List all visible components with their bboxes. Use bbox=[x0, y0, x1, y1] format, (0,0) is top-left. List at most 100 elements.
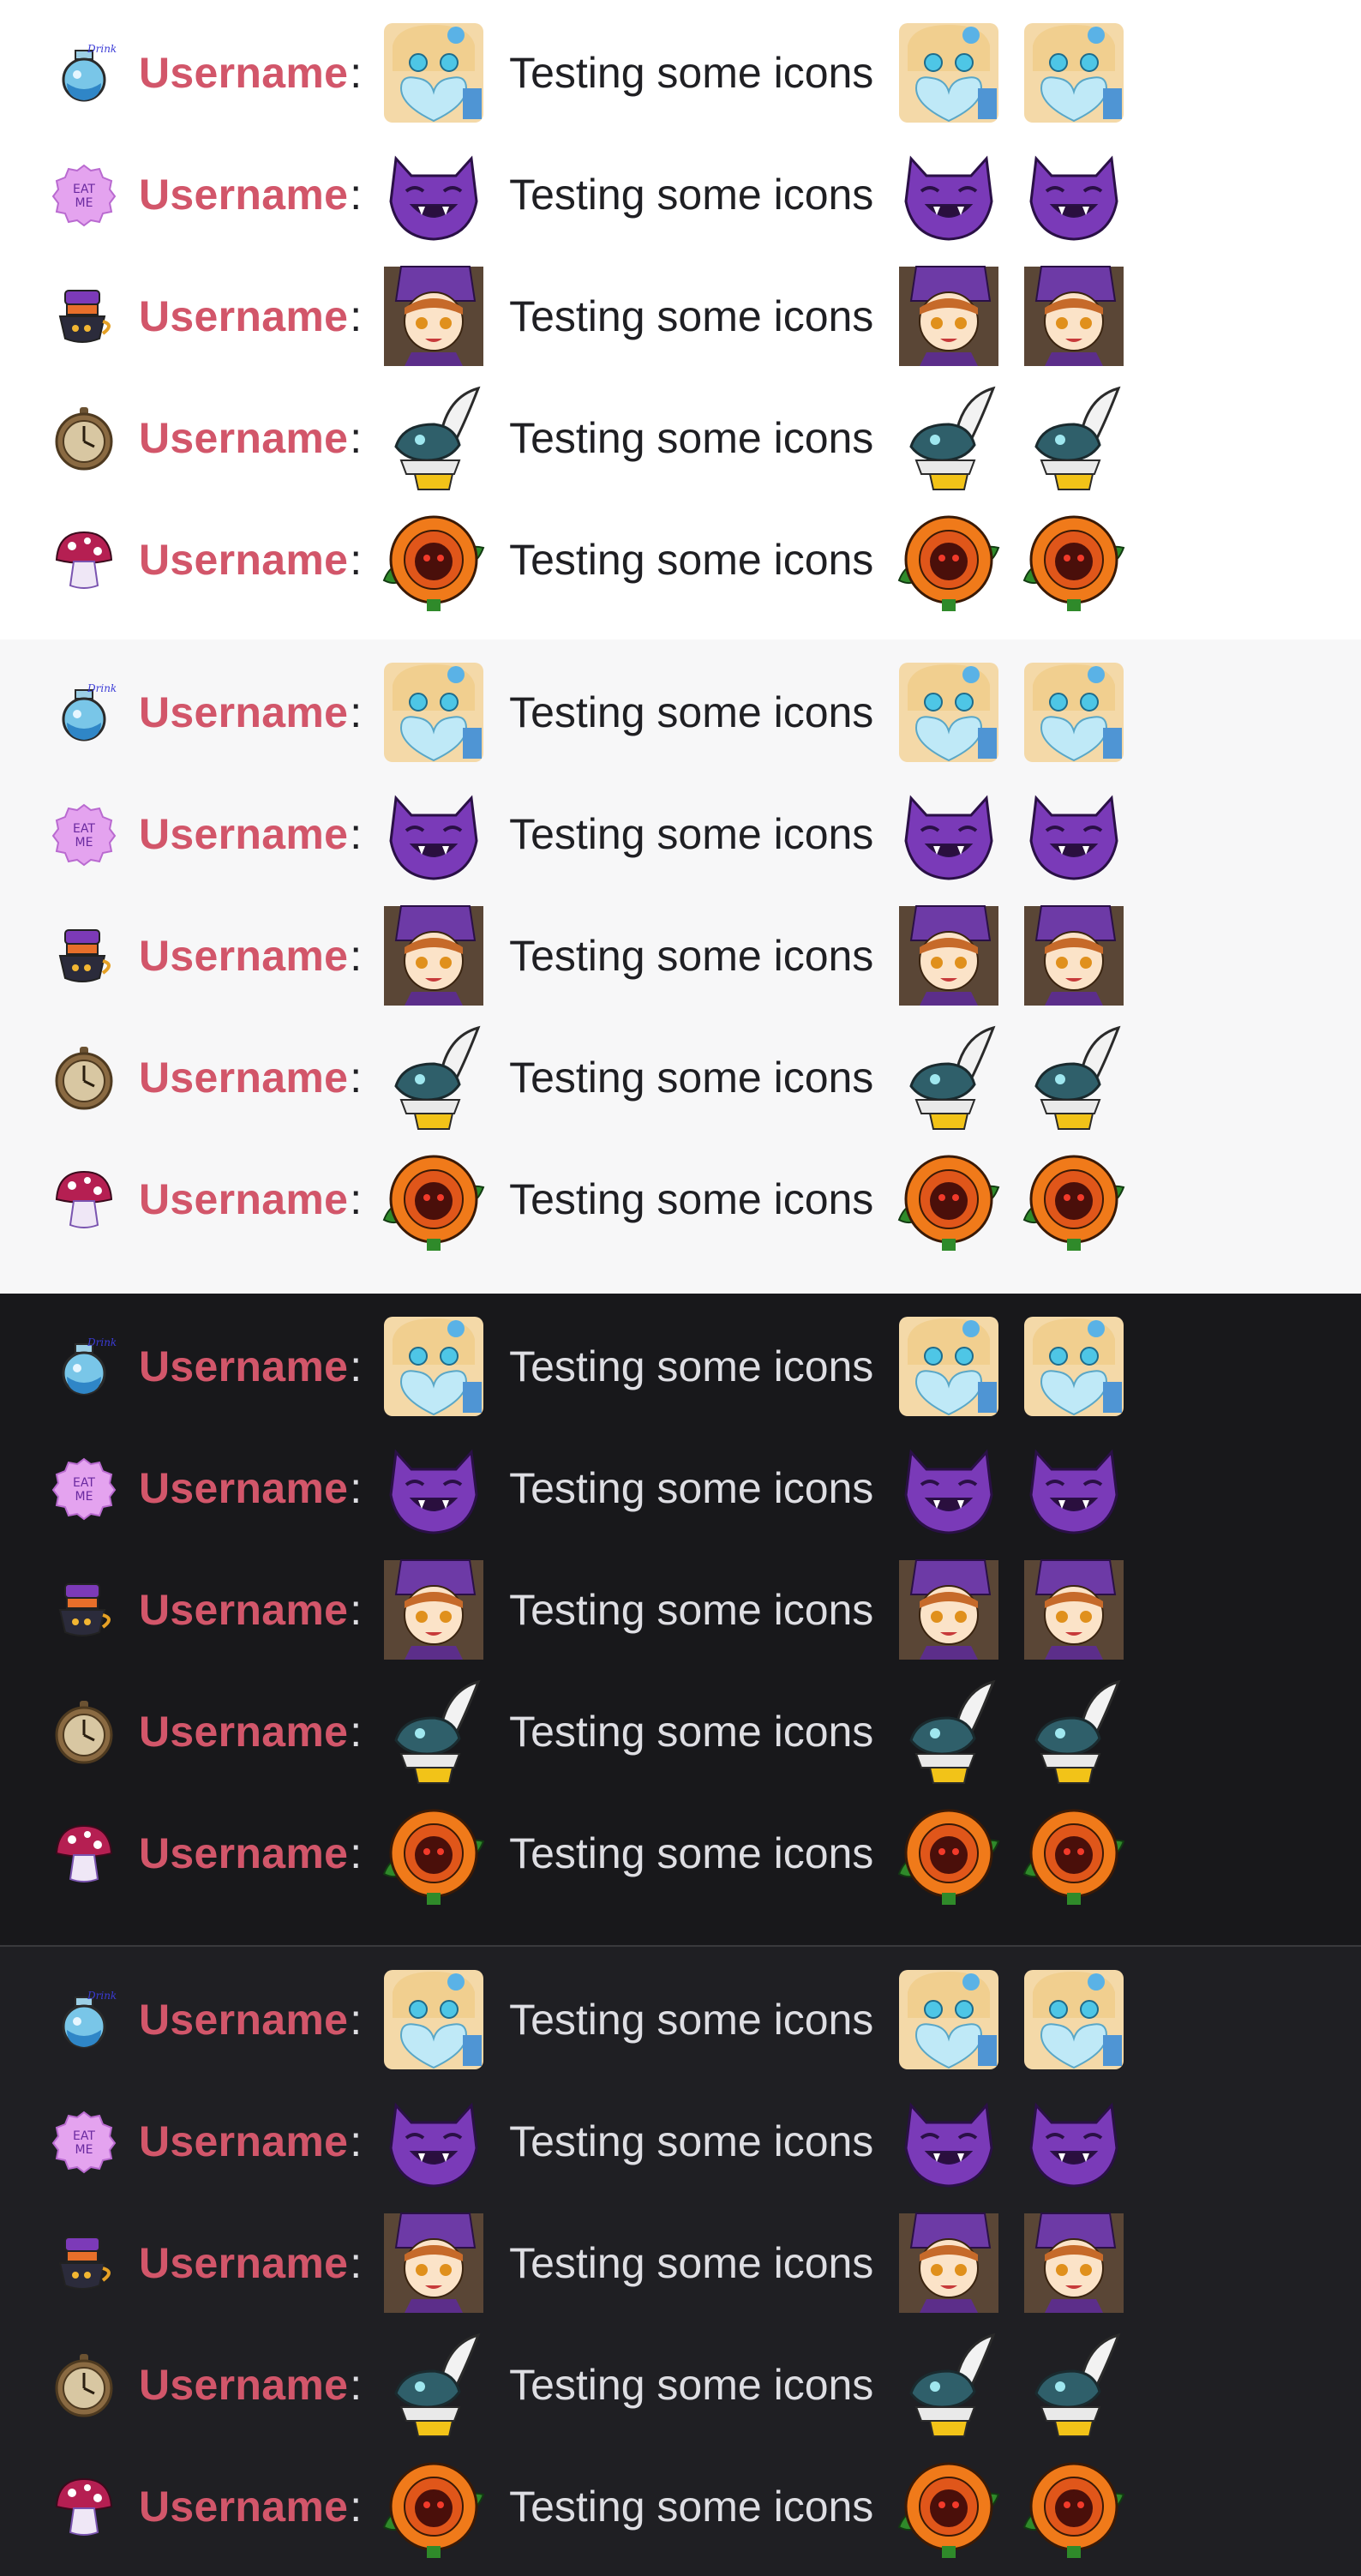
white-rabbit-emote[interactable] bbox=[381, 385, 487, 491]
white-rabbit-emote[interactable] bbox=[1021, 2332, 1127, 2438]
orange-rose-emote[interactable] bbox=[381, 2453, 487, 2560]
alice-heart-emote[interactable] bbox=[381, 1313, 487, 1420]
purple-cat-emote[interactable] bbox=[1021, 1435, 1127, 1541]
purple-cat-emote[interactable] bbox=[896, 141, 1002, 248]
alice-heart-emote[interactable] bbox=[896, 1313, 1002, 1420]
teacup-stack-icon[interactable] bbox=[50, 1576, 118, 1644]
orange-rose-emote[interactable] bbox=[1021, 507, 1127, 613]
white-rabbit-emote[interactable] bbox=[381, 1678, 487, 1785]
pocket-watch-icon[interactable] bbox=[50, 2351, 118, 2419]
white-rabbit-emote[interactable] bbox=[1021, 1678, 1127, 1785]
alice-heart-emote[interactable] bbox=[1021, 20, 1127, 126]
hatter-girl-emote[interactable] bbox=[381, 263, 487, 369]
eat-me-cookie-icon[interactable]: EAT ME bbox=[50, 160, 118, 229]
white-rabbit-emote[interactable] bbox=[1021, 1024, 1127, 1131]
orange-rose-emote[interactable] bbox=[1021, 2453, 1127, 2560]
orange-rose-emote[interactable] bbox=[381, 1146, 487, 1252]
teacup-stack-icon[interactable] bbox=[50, 282, 118, 351]
teacup-stack-icon[interactable] bbox=[50, 2229, 118, 2297]
username[interactable]: Username bbox=[139, 1053, 348, 1102]
hatter-girl-emote[interactable] bbox=[1021, 263, 1127, 369]
teacup-stack-icon[interactable] bbox=[50, 922, 118, 990]
white-rabbit-emote[interactable] bbox=[381, 2332, 487, 2438]
purple-cat-emote[interactable] bbox=[381, 141, 487, 248]
white-rabbit-emote[interactable] bbox=[896, 385, 1002, 491]
username[interactable]: Username bbox=[139, 1995, 348, 2045]
orange-rose-emote[interactable] bbox=[896, 507, 1002, 613]
white-rabbit-emote[interactable] bbox=[381, 1024, 487, 1131]
drink-me-potion-icon[interactable]: Drink bbox=[50, 39, 118, 107]
username[interactable]: Username bbox=[139, 2482, 348, 2531]
orange-rose-emote[interactable] bbox=[896, 1146, 1002, 1252]
orange-rose-emote[interactable] bbox=[381, 507, 487, 613]
username[interactable]: Username bbox=[139, 48, 348, 98]
username[interactable]: Username bbox=[139, 2238, 348, 2288]
drink-me-potion-icon[interactable]: Drink bbox=[50, 1985, 118, 2054]
alice-heart-emote[interactable] bbox=[896, 659, 1002, 766]
hatter-girl-emote[interactable] bbox=[896, 1557, 1002, 1663]
username[interactable]: Username bbox=[139, 2360, 348, 2410]
alice-heart-emote[interactable] bbox=[1021, 1313, 1127, 1420]
purple-cat-emote[interactable] bbox=[1021, 781, 1127, 887]
purple-cat-emote[interactable] bbox=[381, 781, 487, 887]
username[interactable]: Username bbox=[139, 1828, 348, 1878]
drink-me-potion-icon[interactable]: Drink bbox=[50, 678, 118, 747]
hatter-girl-emote[interactable] bbox=[896, 2210, 1002, 2316]
eat-me-cookie-icon[interactable]: EAT ME bbox=[50, 800, 118, 868]
pocket-watch-icon[interactable] bbox=[50, 1043, 118, 1112]
hatter-girl-emote[interactable] bbox=[381, 1557, 487, 1663]
alice-heart-emote[interactable] bbox=[1021, 659, 1127, 766]
orange-rose-emote[interactable] bbox=[381, 1800, 487, 1906]
username[interactable]: Username bbox=[139, 1174, 348, 1224]
mushroom-icon[interactable] bbox=[50, 1819, 118, 1888]
mushroom-icon[interactable] bbox=[50, 1165, 118, 1234]
white-rabbit-emote[interactable] bbox=[896, 1024, 1002, 1131]
alice-heart-emote[interactable] bbox=[1021, 1967, 1127, 2073]
alice-heart-emote[interactable] bbox=[381, 659, 487, 766]
hatter-girl-emote[interactable] bbox=[381, 2210, 487, 2316]
white-rabbit-emote[interactable] bbox=[896, 2332, 1002, 2438]
username[interactable]: Username bbox=[139, 1342, 348, 1391]
mushroom-icon[interactable] bbox=[50, 2472, 118, 2541]
hatter-girl-emote[interactable] bbox=[896, 263, 1002, 369]
username[interactable]: Username bbox=[139, 1707, 348, 1756]
white-rabbit-emote[interactable] bbox=[896, 1678, 1002, 1785]
username[interactable]: Username bbox=[139, 413, 348, 463]
purple-cat-emote[interactable] bbox=[896, 1435, 1002, 1541]
alice-heart-emote[interactable] bbox=[381, 20, 487, 126]
mushroom-icon[interactable] bbox=[50, 525, 118, 594]
username[interactable]: Username bbox=[139, 688, 348, 737]
purple-cat-emote[interactable] bbox=[381, 1435, 487, 1541]
orange-rose-emote[interactable] bbox=[1021, 1800, 1127, 1906]
purple-cat-emote[interactable] bbox=[896, 2088, 1002, 2195]
orange-rose-emote[interactable] bbox=[896, 2453, 1002, 2560]
hatter-girl-emote[interactable] bbox=[1021, 2210, 1127, 2316]
alice-heart-emote[interactable] bbox=[381, 1967, 487, 2073]
hatter-girl-emote[interactable] bbox=[1021, 903, 1127, 1009]
username[interactable]: Username bbox=[139, 1585, 348, 1635]
alice-heart-emote[interactable] bbox=[896, 1967, 1002, 2073]
eat-me-cookie-icon[interactable]: EAT ME bbox=[50, 1454, 118, 1522]
purple-cat-emote[interactable] bbox=[1021, 2088, 1127, 2195]
username[interactable]: Username bbox=[139, 2117, 348, 2166]
username[interactable]: Username bbox=[139, 170, 348, 219]
orange-rose-emote[interactable] bbox=[1021, 1146, 1127, 1252]
hatter-girl-emote[interactable] bbox=[896, 903, 1002, 1009]
alice-heart-emote[interactable] bbox=[896, 20, 1002, 126]
username[interactable]: Username bbox=[139, 1463, 348, 1513]
white-rabbit-emote[interactable] bbox=[1021, 385, 1127, 491]
username[interactable]: Username bbox=[139, 809, 348, 859]
hatter-girl-emote[interactable] bbox=[1021, 1557, 1127, 1663]
purple-cat-emote[interactable] bbox=[381, 2088, 487, 2195]
drink-me-potion-icon[interactable]: Drink bbox=[50, 1332, 118, 1401]
pocket-watch-icon[interactable] bbox=[50, 1697, 118, 1766]
hatter-girl-emote[interactable] bbox=[381, 903, 487, 1009]
pocket-watch-icon[interactable] bbox=[50, 404, 118, 472]
purple-cat-emote[interactable] bbox=[896, 781, 1002, 887]
orange-rose-emote[interactable] bbox=[896, 1800, 1002, 1906]
eat-me-cookie-icon[interactable]: EAT ME bbox=[50, 2107, 118, 2176]
username[interactable]: Username bbox=[139, 535, 348, 585]
purple-cat-emote[interactable] bbox=[1021, 141, 1127, 248]
username[interactable]: Username bbox=[139, 291, 348, 341]
username[interactable]: Username bbox=[139, 931, 348, 981]
